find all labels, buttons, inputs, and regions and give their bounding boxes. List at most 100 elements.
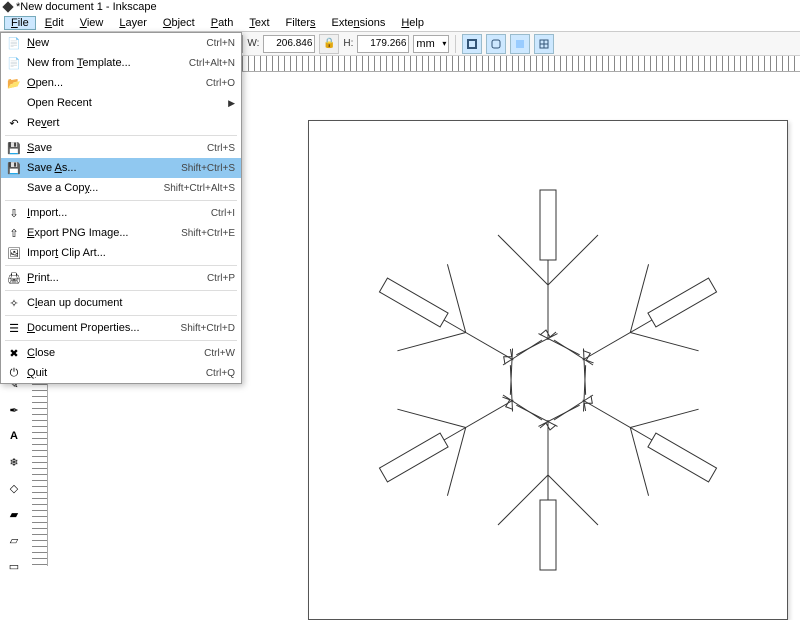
clean-icon: ✧ (7, 296, 21, 310)
tool-text[interactable]: A (2, 424, 26, 448)
menu-extensions[interactable]: Extensions (325, 16, 393, 30)
menu-item-quit[interactable]: ⏻ Quit Ctrl+Q (1, 363, 241, 383)
scale-stroke-toggle[interactable] (462, 34, 482, 54)
menu-object[interactable]: Object (156, 16, 202, 30)
menu-item-save[interactable]: 💾 Save Ctrl+S (1, 138, 241, 158)
toolbox: ✎ ✒ A ❄ ◇ ▰ ▱ ▭ (0, 370, 32, 580)
menu-item-export-png-image[interactable]: ⇧Export PNG Image...Shift+Ctrl+E (1, 223, 241, 243)
menu-separator (5, 265, 237, 266)
new-doc-icon: 📄 (7, 36, 21, 50)
menu-item-label: Open Recent (27, 97, 222, 109)
menu-item-save-as[interactable]: 💾 Save As... Shift+Ctrl+S (1, 158, 241, 178)
menu-shortcut: Ctrl+W (204, 348, 235, 359)
menu-item-save-a-copy[interactable]: Save a Copy... Shift+Ctrl+Alt+S (1, 178, 241, 198)
menu-view[interactable]: View (73, 16, 111, 30)
menu-text[interactable]: Text (242, 16, 276, 30)
clipart-icon: 🖼 (7, 246, 21, 260)
lock-icon[interactable]: 🔒 (319, 34, 339, 54)
menu-shortcut: Ctrl+N (206, 38, 235, 49)
menu-shortcut: Shift+Ctrl+D (181, 323, 235, 334)
file-menu-dropdown: 📄 New Ctrl+N 📄 New from Template... Ctrl+Alt+… (0, 32, 242, 384)
titlebar: *New document 1 - Inkscape (0, 0, 800, 14)
props-icon: ☰ (7, 321, 21, 335)
window-title: *New document 1 - Inkscape (16, 1, 157, 13)
menubar: File Edit View Layer Object Path Text Fi… (0, 14, 800, 32)
menu-item-new[interactable]: 📄 New Ctrl+N (1, 33, 241, 53)
menu-item-label: Close (27, 347, 198, 359)
menu-separator (5, 200, 237, 201)
menu-item-label: Save As... (27, 162, 175, 174)
menu-shortcut: Ctrl+P (207, 273, 235, 284)
unit-select[interactable]: mm▾ (413, 35, 449, 53)
menu-separator (5, 315, 237, 316)
menu-item-close[interactable]: ✖ Close Ctrl+W (1, 343, 241, 363)
close-icon: ✖ (7, 346, 21, 360)
tool-dropper[interactable]: ▭ (2, 554, 26, 578)
menu-item-label: New (27, 37, 200, 49)
blank-icon (7, 96, 21, 110)
menu-separator (5, 290, 237, 291)
menu-file[interactable]: File (4, 16, 36, 30)
save-as-icon: 💾 (7, 161, 21, 175)
menu-shortcut: Ctrl+Alt+N (189, 58, 235, 69)
menu-item-label: Document Properties... (27, 322, 175, 334)
menu-item-label: Quit (27, 367, 200, 379)
scale-corners-toggle[interactable] (486, 34, 506, 54)
h-input[interactable] (357, 35, 409, 53)
menu-item-label: Import... (27, 207, 205, 219)
w-label: W: (247, 38, 259, 49)
app-icon (2, 1, 13, 12)
menu-shortcut: Shift+Ctrl+E (181, 228, 235, 239)
menu-filters[interactable]: Filters (279, 16, 323, 30)
menu-item-clean-up-document[interactable]: ✧ Clean up document (1, 293, 241, 313)
scale-gradient-toggle[interactable] (510, 34, 530, 54)
menu-item-open-recent[interactable]: Open Recent ▶ (1, 93, 241, 113)
menu-item-label: Revert (27, 117, 235, 129)
tool-eraser[interactable]: ◇ (2, 476, 26, 500)
blank-icon (7, 181, 21, 195)
menu-item-revert[interactable]: ↶ Revert (1, 113, 241, 133)
menu-item-label: Print... (27, 272, 201, 284)
submenu-arrow-icon: ▶ (228, 98, 235, 109)
menu-shortcut: Ctrl+I (211, 208, 235, 219)
menu-path[interactable]: Path (204, 16, 241, 30)
menu-item-import-clip-art[interactable]: 🖼 Import Clip Art... (1, 243, 241, 263)
menu-item-print[interactable]: 🖨 Print... Ctrl+P (1, 268, 241, 288)
snowflake-drawing[interactable] (333, 165, 763, 595)
menu-item-open[interactable]: 📂Open...Ctrl+O (1, 73, 241, 93)
menu-shortcut: Shift+Ctrl+Alt+S (164, 183, 235, 194)
menu-separator (5, 340, 237, 341)
menu-item-new-from-template[interactable]: 📄 New from Template... Ctrl+Alt+N (1, 53, 241, 73)
save-icon: 💾 (7, 141, 21, 155)
menu-item-import[interactable]: ⇩Import...Ctrl+I (1, 203, 241, 223)
menu-item-label: New from Template... (27, 57, 183, 69)
menu-layer[interactable]: Layer (112, 16, 154, 30)
menu-edit[interactable]: Edit (38, 16, 71, 30)
print-icon: 🖨 (7, 271, 21, 285)
menu-item-label: Save a Copy... (27, 182, 158, 194)
quit-icon: ⏻ (7, 366, 21, 380)
h-label: H: (343, 38, 353, 49)
menu-item-label: Import Clip Art... (27, 247, 235, 259)
menu-item-label: Open... (27, 77, 200, 89)
menu-shortcut: Ctrl+S (207, 143, 235, 154)
page (308, 120, 788, 620)
tool-calligraphy[interactable]: ✒ (2, 398, 26, 422)
export-icon: ⇧ (7, 226, 21, 240)
new-doc-icon: 📄 (7, 56, 21, 70)
menu-shortcut: Ctrl+Q (206, 368, 235, 379)
menu-item-label: Clean up document (27, 297, 235, 309)
tool-gradient[interactable]: ▱ (2, 528, 26, 552)
menu-item-document-properties[interactable]: ☰ Document Properties... Shift+Ctrl+D (1, 318, 241, 338)
tool-spray[interactable]: ❄ (2, 450, 26, 474)
menu-item-label: Save (27, 142, 201, 154)
open-icon: 📂 (7, 76, 21, 90)
separator (455, 35, 456, 53)
scale-pattern-toggle[interactable] (534, 34, 554, 54)
w-input[interactable] (263, 35, 315, 53)
tool-bucket[interactable]: ▰ (2, 502, 26, 526)
menu-shortcut: Shift+Ctrl+S (181, 163, 235, 174)
menu-help[interactable]: Help (394, 16, 431, 30)
menu-separator (5, 135, 237, 136)
revert-icon: ↶ (7, 116, 21, 130)
